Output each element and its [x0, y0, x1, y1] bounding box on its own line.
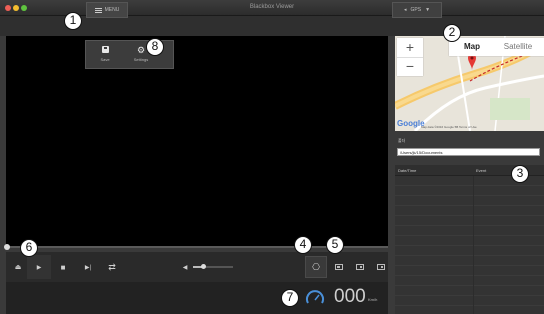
callout-marker-3: 3 — [511, 165, 529, 183]
eject-icon: ⏏ — [14, 264, 22, 271]
stop-button[interactable]: ■ — [53, 255, 73, 279]
menu-item-settings-label: Settings — [133, 57, 149, 62]
column-header-event[interactable]: Event — [476, 168, 486, 173]
view-pip-icon — [377, 264, 385, 270]
gps-dropdown-button[interactable]: ◂ GPS ▼ — [392, 2, 442, 18]
repeat-button[interactable]: ⇄ — [102, 255, 122, 279]
callout-marker-8: 8 — [146, 38, 164, 56]
volume-icon: ◀ — [182, 264, 188, 271]
map-zoom-in-button[interactable]: + — [397, 38, 423, 57]
callout-marker-2: 2 — [443, 24, 461, 42]
menu-item-save-label: Save — [100, 57, 110, 62]
speedometer-icon — [306, 290, 324, 304]
gps-arrow-icon: ◂ — [403, 7, 407, 13]
map-credit: Map data ©2016 Google 5B Terms of Use — [421, 125, 477, 129]
repeat-icon: ⇄ — [108, 261, 116, 272]
callout-marker-7: 7 — [281, 289, 299, 307]
map-type-map-tab[interactable]: Map — [452, 38, 492, 56]
speed-panel — [6, 282, 388, 314]
callout-marker-1: 1 — [64, 12, 82, 30]
file-path-input[interactable] — [397, 148, 540, 156]
view-mode-rear-button[interactable] — [353, 255, 367, 279]
stop-icon: ■ — [60, 262, 66, 272]
view-rear-icon — [356, 264, 364, 270]
file-path-label: 폴더 — [398, 138, 406, 143]
chevron-down-icon: ▼ — [425, 7, 431, 13]
save-icon — [101, 45, 110, 55]
callout-marker-5: 5 — [326, 236, 344, 254]
blackbox-viewer-window: Blackbox Viewer MENU ◂ GPS ▼ Save ⚙ Sett… — [0, 0, 544, 314]
camera-icon: ⎔ — [312, 261, 320, 272]
map-type-satellite-tab[interactable]: Satellite — [494, 38, 542, 56]
callout-marker-6: 6 — [20, 239, 38, 257]
hamburger-icon — [94, 7, 102, 13]
video-display[interactable] — [6, 36, 388, 246]
camera-switch-button[interactable]: ⎔ — [305, 256, 327, 278]
volume-slider[interactable] — [193, 266, 233, 268]
volume-knob[interactable] — [201, 264, 206, 269]
view-front-icon — [335, 264, 343, 270]
next-button[interactable]: ▶| — [78, 255, 98, 279]
menu-button-label: MENU — [104, 7, 120, 13]
title-bar: Blackbox Viewer — [0, 0, 544, 16]
menu-item-save[interactable]: Save — [88, 44, 122, 68]
event-list-column-divider — [473, 176, 474, 314]
seek-handle[interactable] — [4, 244, 10, 250]
menu-button[interactable]: MENU — [86, 2, 128, 18]
gps-button-label: GPS — [410, 7, 422, 13]
next-track-icon: ▶| — [84, 264, 92, 271]
view-mode-front-button[interactable] — [332, 255, 346, 279]
play-button[interactable]: ▶ — [27, 255, 51, 279]
gear-icon: ⚙ — [136, 45, 146, 55]
view-mode-pip-button[interactable] — [374, 255, 388, 279]
play-icon: ▶ — [36, 264, 42, 271]
map-zoom-out-button[interactable]: − — [397, 57, 423, 76]
column-header-datetime[interactable]: Date/Time — [398, 168, 416, 173]
window-title: Blackbox Viewer — [249, 4, 295, 10]
callout-marker-4: 4 — [294, 236, 312, 254]
event-list[interactable] — [395, 176, 544, 314]
speed-value: 000 — [334, 286, 366, 307]
speed-unit: Km/h — [368, 297, 378, 302]
open-file-button[interactable]: ⏏ — [10, 255, 26, 279]
